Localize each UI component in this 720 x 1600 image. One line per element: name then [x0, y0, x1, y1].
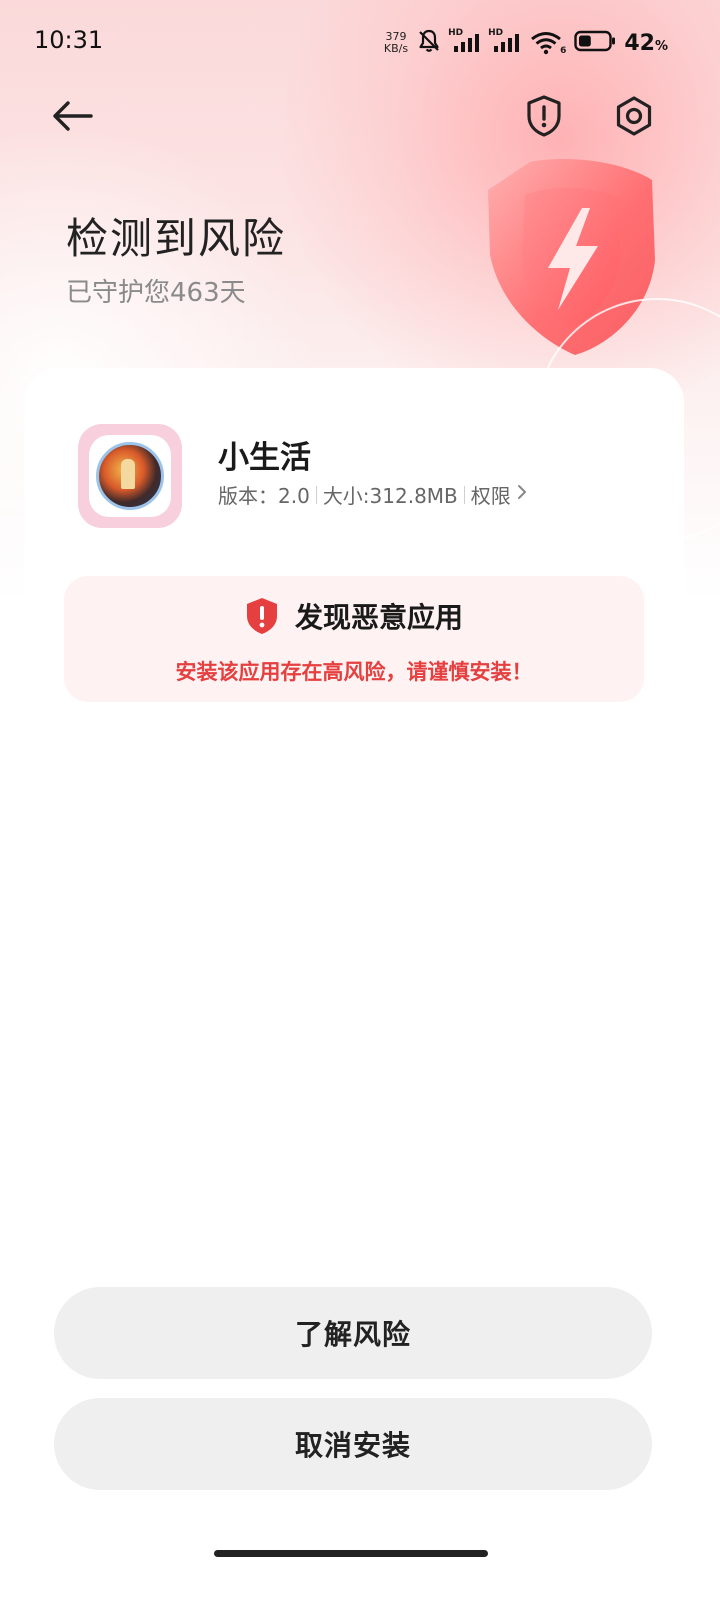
cellular-signal-icon-2: HD: [488, 28, 522, 55]
hd-label: HD: [488, 28, 504, 38]
shield-alert-icon: [527, 95, 561, 137]
battery-percent-value: 42: [624, 30, 655, 56]
back-button[interactable]: [44, 88, 100, 144]
chevron-right-icon: [517, 484, 527, 505]
app-icon: [78, 424, 182, 528]
permissions-label: 权限: [470, 484, 511, 508]
network-speed: 379 KB/s: [384, 31, 408, 55]
app-name: 小生活: [218, 440, 311, 476]
app-version: 版本：2.0: [218, 484, 310, 508]
permissions-link[interactable]: 权限: [471, 480, 527, 509]
meta-divider: [315, 485, 317, 504]
warning-title: 发现恶意应用: [294, 601, 463, 634]
wifi-badge: 6: [560, 46, 567, 56]
malware-warning-box: 发现恶意应用 安装该应用存在高风险，请谨慎安装！: [64, 576, 644, 702]
risk-detection-screen: 10:31 379 KB/s HD HD 6 42% 检测到风险 已守护您463…: [0, 0, 720, 1600]
mute-bell-icon: [416, 28, 442, 58]
protection-days-text: 已守护您463天: [66, 278, 246, 308]
cellular-signal-icon-1: HD: [448, 28, 482, 55]
home-indicator[interactable]: [214, 1550, 488, 1557]
app-size: 大小:312.8MB: [322, 484, 458, 508]
security-info-button[interactable]: [516, 88, 572, 144]
status-bar: 10:31 379 KB/s HD HD 6 42%: [0, 0, 720, 86]
status-time: 10:31: [34, 26, 104, 54]
meta-divider: [463, 485, 465, 504]
battery-icon: [574, 30, 616, 56]
wifi-icon: 6: [530, 30, 566, 56]
cancel-install-button[interactable]: 取消安装: [54, 1398, 652, 1490]
settings-button[interactable]: [606, 88, 662, 144]
battery-percent: 42%: [624, 31, 668, 56]
network-speed-unit: KB/s: [383, 42, 409, 55]
status-icons: 379 KB/s HD HD 6 42%: [384, 26, 668, 60]
app-icon-frame: [89, 435, 171, 517]
gear-icon: [616, 96, 652, 136]
page-title: 检测到风险: [66, 214, 287, 263]
learn-risk-button[interactable]: 了解风险: [54, 1287, 652, 1379]
app-icon-image: [96, 442, 164, 510]
warning-header: 发现恶意应用: [64, 596, 644, 636]
battery-percent-unit: %: [654, 38, 668, 54]
arrow-left-icon: [53, 101, 93, 131]
red-shield-alert-icon: [246, 598, 277, 634]
hd-label: HD: [448, 28, 464, 38]
warning-description: 安装该应用存在高风险，请谨慎安装！: [175, 660, 533, 684]
app-meta: 版本：2.0 大小:312.8MB 权限: [218, 480, 527, 509]
